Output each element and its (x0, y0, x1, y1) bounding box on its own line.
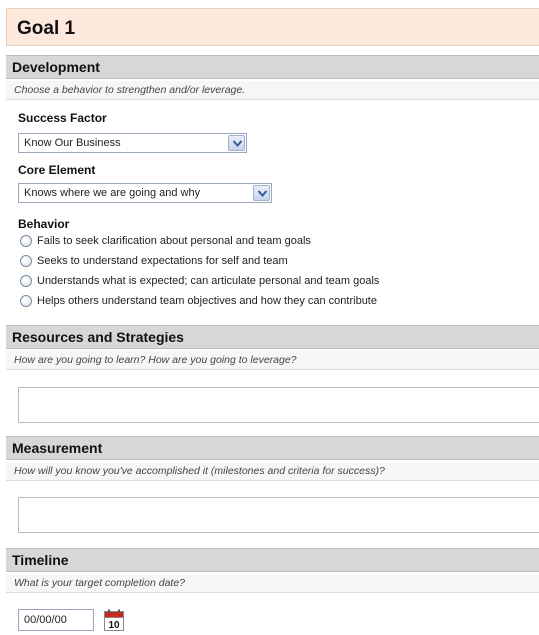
goal-title: Goal 1 (6, 8, 539, 46)
development-description: Choose a behavior to strengthen and/or l… (6, 81, 539, 100)
behavior-option-1[interactable]: Fails to seek clarification about person… (20, 233, 311, 249)
behavior-option-4[interactable]: Helps others understand team objectives … (20, 293, 377, 309)
behavior-option-label: Helps others understand team objectives … (37, 295, 377, 307)
success-factor-select[interactable]: Know Our Business (18, 133, 247, 153)
behavior-radio-3[interactable] (20, 275, 32, 287)
chevron-down-icon (232, 140, 243, 148)
chevron-down-icon (257, 190, 268, 198)
resources-description: How are you going to learn? How are you … (6, 351, 539, 370)
behavior-option-3[interactable]: Understands what is expected; can articu… (20, 273, 379, 289)
behavior-label: Behavior (18, 217, 70, 231)
behavior-option-label: Understands what is expected; can articu… (37, 275, 380, 287)
measurement-section-header: Measurement (6, 436, 539, 460)
behavior-radio-4[interactable] (20, 295, 32, 307)
success-factor-dropdown-button[interactable] (228, 135, 245, 151)
resources-section-header: Resources and Strategies (6, 325, 539, 349)
success-factor-selected-value: Know Our Business (24, 137, 121, 149)
calendar-day-number: 10 (108, 620, 120, 631)
behavior-radio-2[interactable] (20, 255, 32, 267)
behavior-option-2[interactable]: Seeks to understand expectations for sel… (20, 253, 288, 269)
timeline-section-header: Timeline (6, 548, 539, 572)
timeline-description: What is your target completion date? (6, 574, 539, 593)
success-factor-label: Success Factor (18, 111, 107, 125)
behavior-option-label: Seeks to understand expectations for sel… (37, 255, 288, 267)
core-element-selected-value: Knows where we are going and why (24, 187, 201, 199)
core-element-select[interactable]: Knows where we are going and why (18, 183, 272, 203)
resources-text-area[interactable] (18, 387, 539, 423)
calendar-icon[interactable]: 10 (104, 609, 124, 631)
measurement-text-area[interactable] (18, 497, 539, 533)
behavior-radio-1[interactable] (20, 235, 32, 247)
development-section-header: Development (6, 55, 539, 79)
measurement-description: How will you know you've accomplished it… (6, 462, 539, 481)
behavior-option-label: Fails to seek clarification about person… (37, 235, 311, 247)
target-date-input[interactable]: 00/00/00 (18, 609, 94, 631)
core-element-dropdown-button[interactable] (253, 185, 270, 201)
core-element-label: Core Element (18, 163, 96, 177)
